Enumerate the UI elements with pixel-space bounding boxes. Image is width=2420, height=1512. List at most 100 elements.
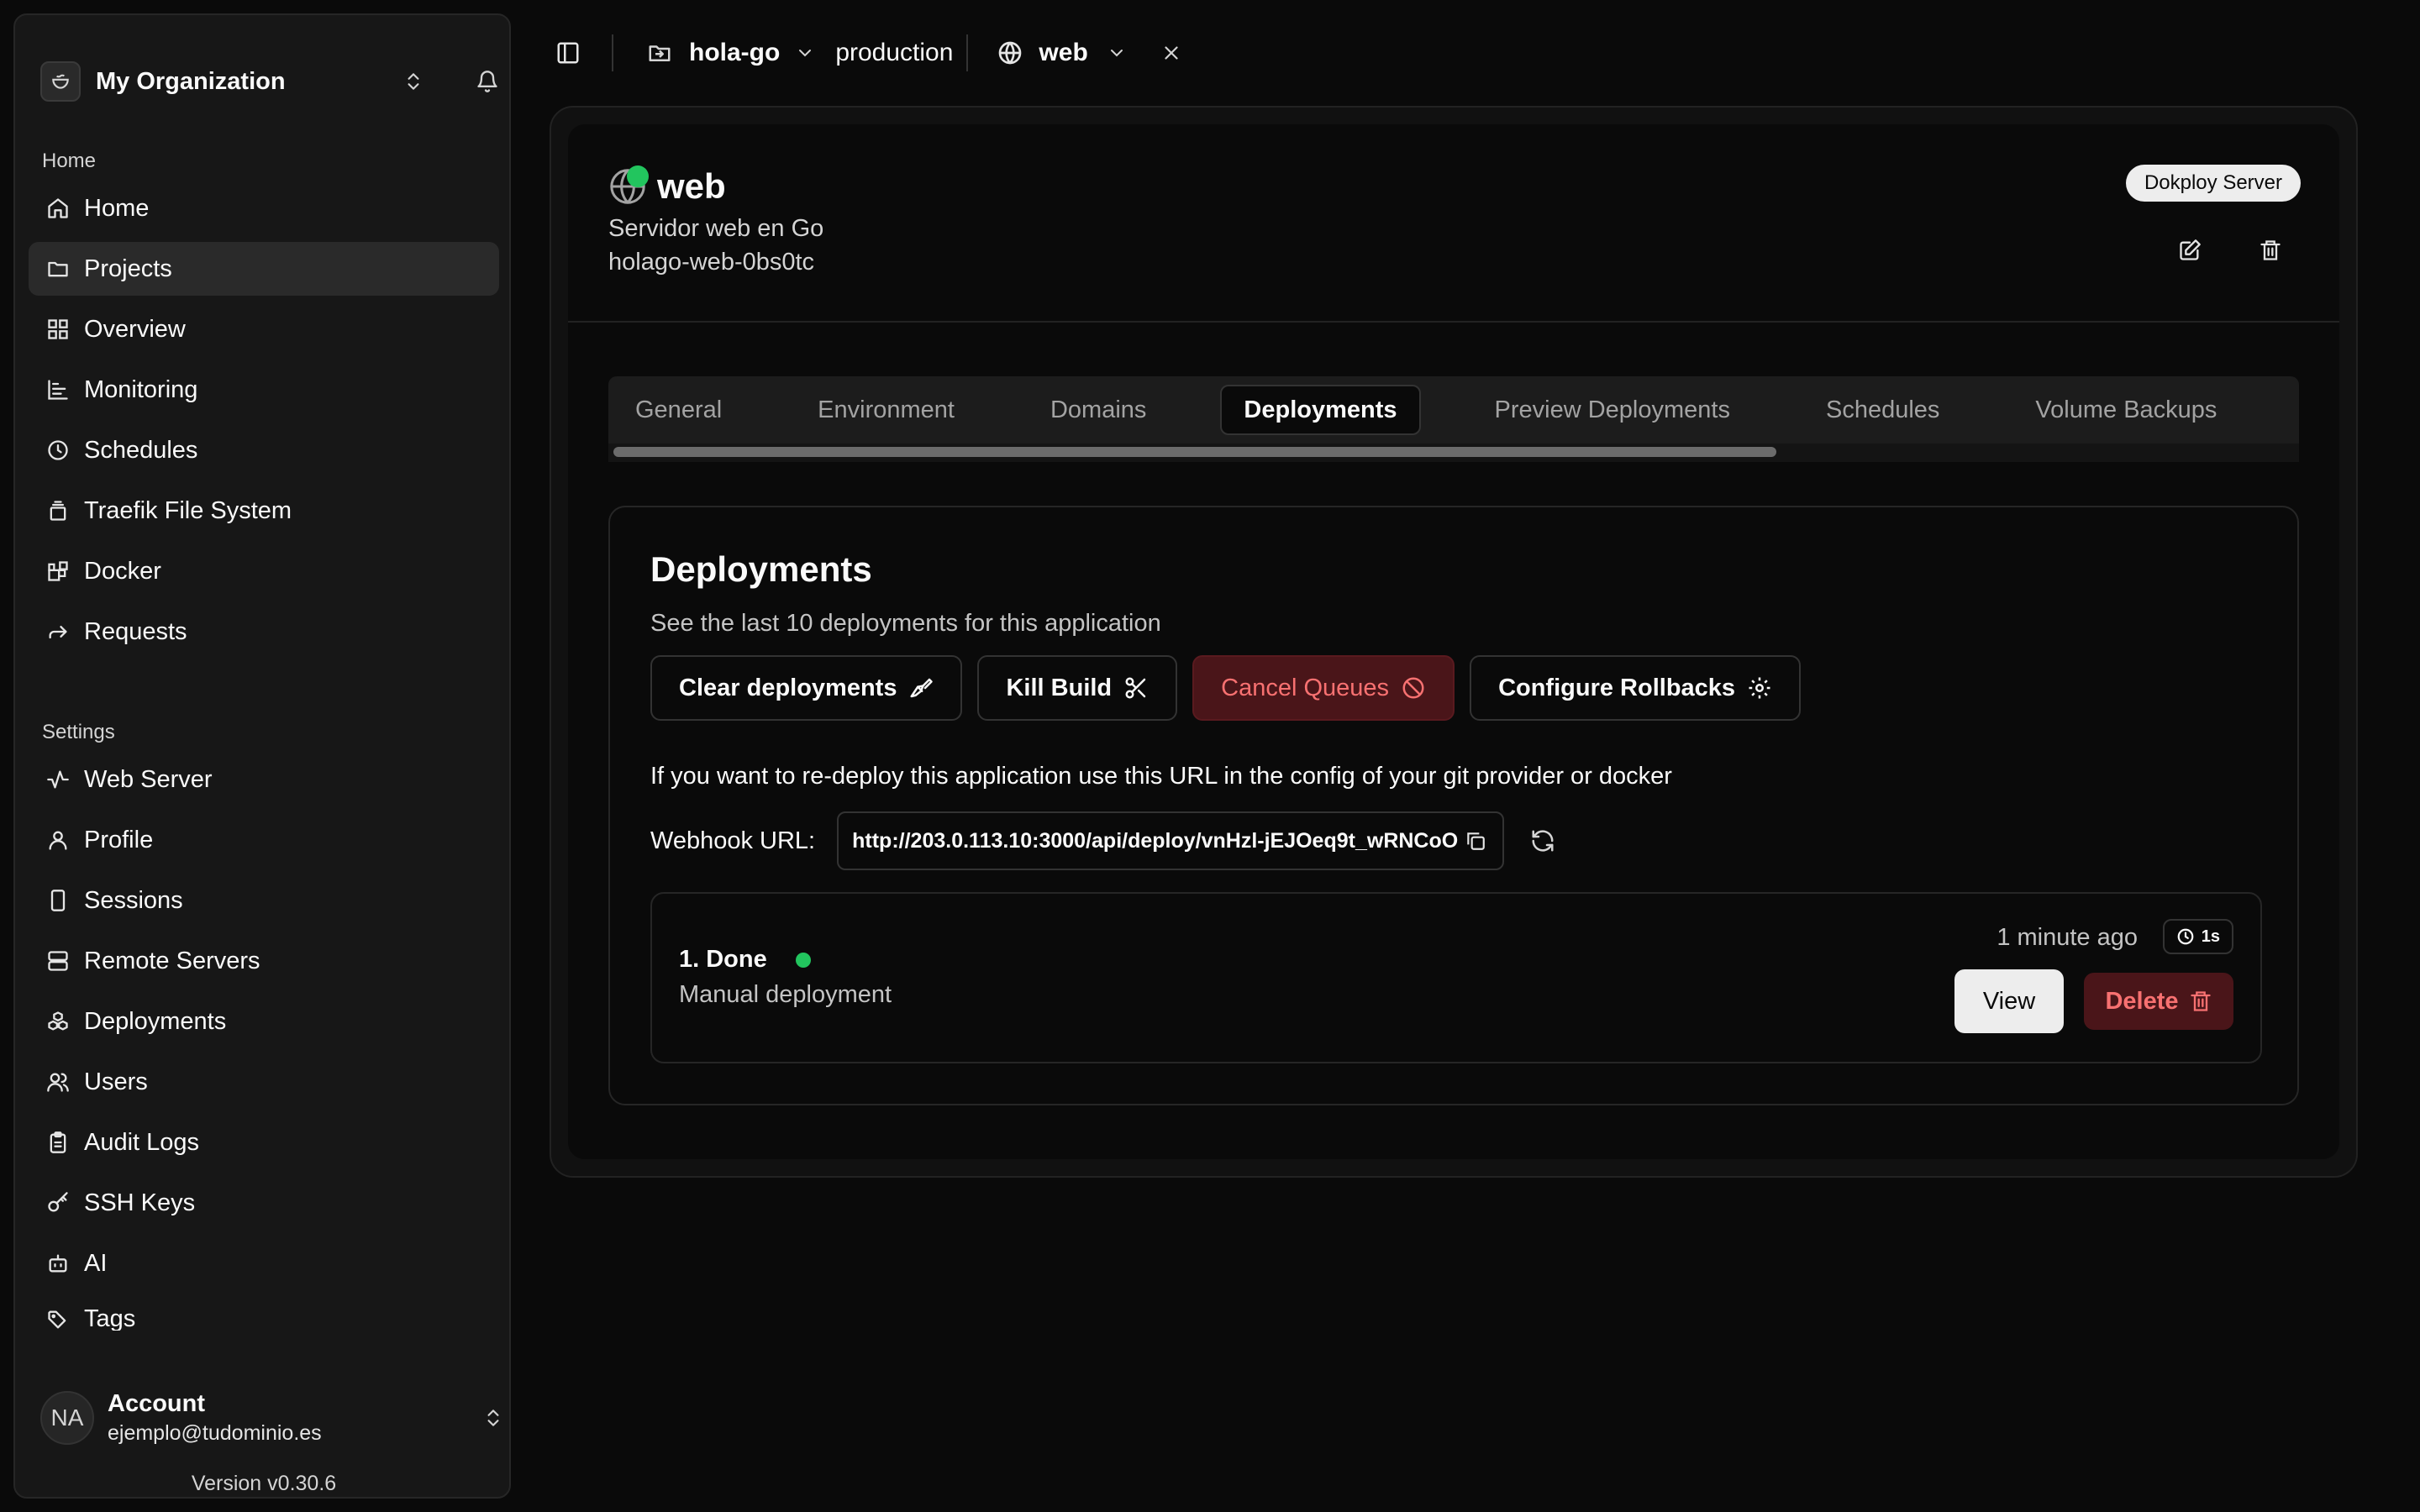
activity-icon <box>44 765 72 794</box>
copy-icon[interactable] <box>1459 824 1492 858</box>
tab-domains[interactable]: Domains <box>1028 385 1168 435</box>
app-version: Version v0.30.6 <box>191 1472 337 1495</box>
status-dot <box>627 165 649 187</box>
sidebar-item-deployments[interactable]: Deployments <box>29 995 499 1048</box>
sidebar-item-projects[interactable]: Projects <box>29 242 499 296</box>
chevron-down-icon <box>795 43 815 63</box>
sidebar-item-web-server[interactable]: Web Server <box>29 753 499 806</box>
card-title: Deployments <box>650 549 872 589</box>
scrollbar-thumb[interactable] <box>613 447 1776 457</box>
avatar: NA <box>40 1391 94 1445</box>
folder-input-icon <box>647 40 672 66</box>
tab-volume-backups[interactable]: Volume Backups <box>2013 385 2238 435</box>
tab-environment[interactable]: Environment <box>796 385 976 435</box>
home-section-label: Home <box>42 150 97 172</box>
home-nav: Home Projects Overview Monitoring Schedu… <box>29 181 499 665</box>
sidebar-item-tags[interactable]: Tags <box>29 1297 499 1331</box>
account-menu[interactable]: NA Account ejemplo@tudominio.es <box>40 1376 504 1460</box>
cancel-queues-button[interactable]: Cancel Queues <box>1192 655 1455 721</box>
tab-preview-deployments[interactable]: Preview Deployments <box>1473 385 1752 435</box>
button-label: Cancel Queues <box>1221 674 1390 701</box>
deployment-type: Manual deployment <box>679 981 892 1008</box>
notifications-bell-icon[interactable] <box>471 65 504 98</box>
sidebar-item-users[interactable]: Users <box>29 1055 499 1109</box>
sidebar-item-docker[interactable]: Docker <box>29 544 499 598</box>
app-globe-icon <box>608 165 649 206</box>
sidebar-item-ssh-keys[interactable]: SSH Keys <box>29 1176 499 1230</box>
project-name: hola-go <box>689 39 781 66</box>
ban-icon <box>1401 675 1426 701</box>
sidebar-item-label: Schedules <box>84 436 198 464</box>
kill-build-button[interactable]: Kill Build <box>977 655 1178 721</box>
deployment-item: 1. Done Manual deployment 1 minute ago 1… <box>650 892 2262 1063</box>
sidebar-item-label: Remote Servers <box>84 947 260 974</box>
sidebar-item-monitoring[interactable]: Monitoring <box>29 363 499 417</box>
org-switcher[interactable]: My Organization <box>40 45 504 118</box>
divider <box>612 34 613 71</box>
project-selector[interactable]: hola-go <box>647 39 815 67</box>
deployments-card: Deployments See the last 10 deployments … <box>608 506 2299 1105</box>
users-icon <box>44 1068 72 1096</box>
tab-schedules[interactable]: Schedules <box>1804 385 1961 435</box>
sidebar-item-remote-servers[interactable]: Remote Servers <box>29 934 499 988</box>
webhook-url-field[interactable]: http://203.0.113.10:3000/api/deploy/vnHz… <box>837 811 1505 870</box>
gear-icon <box>1747 675 1772 701</box>
view-button[interactable]: View <box>1954 969 2064 1033</box>
sidebar-item-sessions[interactable]: Sessions <box>29 874 499 927</box>
edit-icon[interactable] <box>2170 230 2210 270</box>
sidebar-item-label: Tags <box>84 1305 136 1331</box>
scissors-icon <box>1123 675 1149 701</box>
sidebar-item-home[interactable]: Home <box>29 181 499 235</box>
chevrons-up-down-icon[interactable] <box>482 1407 504 1429</box>
deployment-time: 1 minute ago <box>1996 924 2138 951</box>
button-label: Delete <box>2105 987 2179 1015</box>
sidebar-item-label: Docker <box>84 557 161 585</box>
server-icon <box>44 947 72 975</box>
refresh-icon[interactable] <box>1524 822 1561 859</box>
app-title: web <box>657 166 726 206</box>
forward-icon <box>44 617 72 646</box>
status-dot <box>795 952 811 968</box>
sidebar-item-requests[interactable]: Requests <box>29 605 499 659</box>
account-email: ejemplo@tudominio.es <box>108 1421 322 1445</box>
app-header: web Servidor web en Go holago-web-0bs0tc… <box>568 124 2339 323</box>
service-selector[interactable]: web <box>997 39 1126 67</box>
tab-general[interactable]: General <box>613 385 744 435</box>
button-label: Kill Build <box>1006 674 1113 701</box>
main-panel: web Servidor web en Go holago-web-0bs0tc… <box>568 124 2339 1159</box>
sidebar-item-profile[interactable]: Profile <box>29 813 499 867</box>
deployment-actions: Clear deployments Kill Build Cancel Queu… <box>650 655 1816 721</box>
sidebar-item-label: Audit Logs <box>84 1128 200 1156</box>
close-icon[interactable] <box>1160 42 1182 64</box>
trash-icon[interactable] <box>2250 230 2291 270</box>
sidebar-item-label: Home <box>84 194 150 222</box>
sidebar-item-traefik[interactable]: Traefik File System <box>29 484 499 538</box>
configure-rollbacks-button[interactable]: Configure Rollbacks <box>1470 655 1802 721</box>
chevrons-up-down-icon[interactable] <box>397 65 430 98</box>
top-bar: hola-go production web <box>546 25 1182 81</box>
org-logo-icon <box>40 61 81 102</box>
environment-name[interactable]: production <box>835 39 953 67</box>
tabs-scrollbar[interactable] <box>608 444 2299 462</box>
delete-button[interactable]: Delete <box>2084 973 2233 1030</box>
sidebar-item-audit-logs[interactable]: Audit Logs <box>29 1116 499 1169</box>
chevron-down-icon <box>1107 43 1127 63</box>
sidebar-toggle-icon[interactable] <box>546 31 590 75</box>
sidebar-item-label: Requests <box>84 617 187 645</box>
sidebar-item-label: Users <box>84 1068 148 1095</box>
settings-nav: Web Server Profile Sessions Remote Serve… <box>29 753 499 1337</box>
sidebar-item-label: Profile <box>84 826 154 853</box>
duration-value: 1s <box>2201 927 2220 946</box>
duration-badge: 1s <box>2162 919 2233 954</box>
tab-deployments[interactable]: Deployments <box>1220 385 1421 435</box>
chart-icon <box>44 375 72 404</box>
settings-section-label: Settings <box>42 721 115 743</box>
sidebar-item-schedules[interactable]: Schedules <box>29 423 499 477</box>
sidebar-item-overview[interactable]: Overview <box>29 302 499 356</box>
sidebar-item-label: Overview <box>84 315 186 343</box>
grid-icon <box>44 315 72 344</box>
sidebar-item-ai[interactable]: AI <box>29 1236 499 1290</box>
sidebar-item-label: Monitoring <box>84 375 198 403</box>
clear-deployments-button[interactable]: Clear deployments <box>650 655 963 721</box>
deployment-status-label: 1. Done <box>679 946 767 973</box>
